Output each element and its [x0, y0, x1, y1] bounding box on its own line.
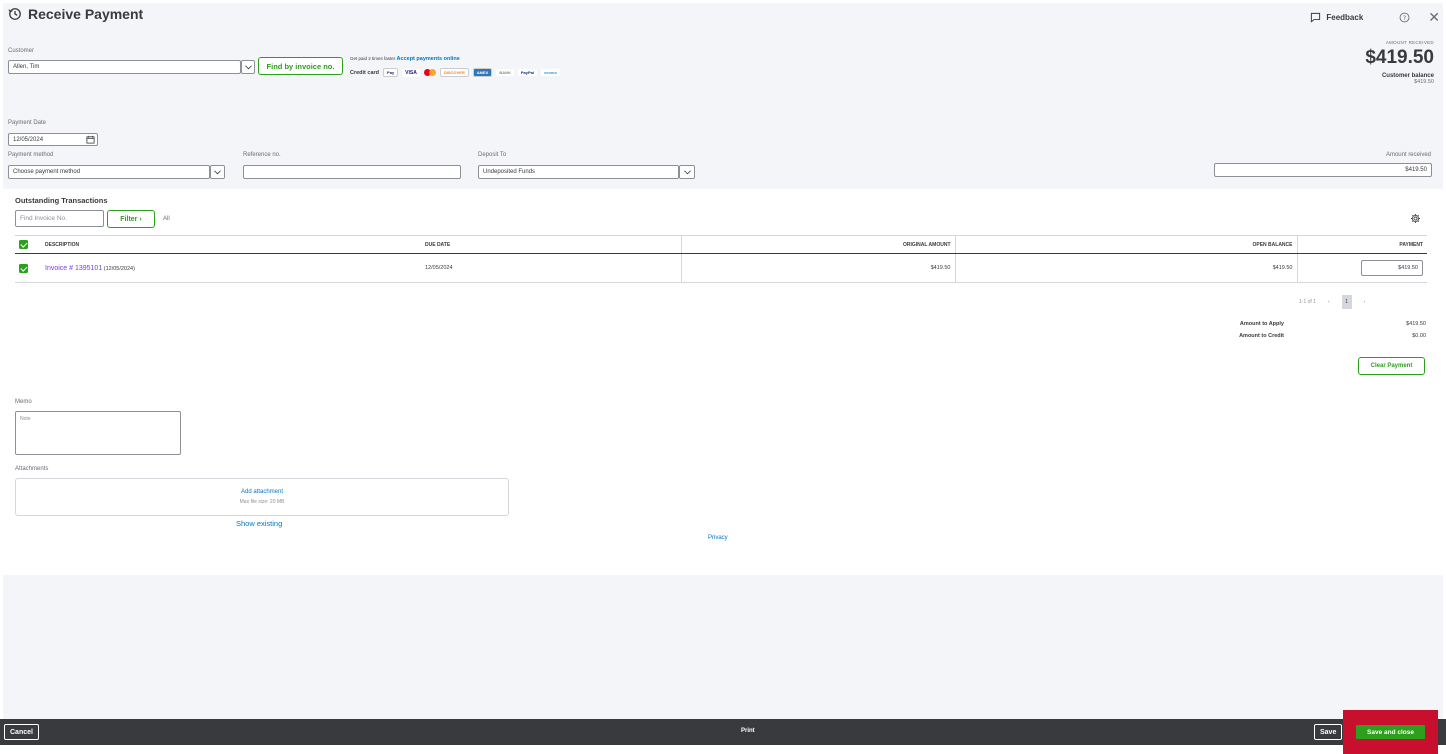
page-title: Receive Payment — [28, 6, 144, 22]
visa-icon: VISA — [402, 68, 420, 77]
bank-icon: BANK — [496, 69, 514, 76]
gear-icon[interactable] — [1410, 213, 1421, 224]
customer-select[interactable]: Allen, Tim — [8, 60, 241, 74]
close-icon[interactable]: ✕ — [1428, 10, 1440, 24]
accept-payments-link[interactable]: Accept payments online — [397, 56, 460, 62]
header-region — [3, 3, 1443, 189]
amount-received-field-label: Amount received — [1385, 152, 1431, 158]
row-checkbox[interactable] — [19, 263, 28, 273]
reference-label: Reference no. — [243, 152, 281, 158]
amount-received-input[interactable]: $419.50 — [1214, 163, 1432, 177]
privacy-link[interactable]: Privacy — [708, 535, 728, 541]
add-attachment-link[interactable]: Add attachment — [16, 489, 508, 495]
feedback-button[interactable]: Feedback — [1310, 12, 1363, 23]
customer-label: Customer — [8, 48, 35, 54]
original-amount-cell: $419.50 — [681, 253, 956, 283]
current-page[interactable]: 1 — [1341, 295, 1352, 309]
payment-method-select[interactable]: Choose payment method — [8, 165, 210, 179]
customer-balance-value: $419.50 — [1414, 79, 1434, 85]
paypal-icon: PayPal — [517, 69, 537, 76]
deposit-to-select[interactable]: Undeposited Funds — [478, 165, 679, 179]
title-row: Receive Payment — [8, 6, 143, 22]
help-icon[interactable]: ? — [1399, 12, 1410, 23]
attachment-dropzone[interactable]: Add attachment Max file size: 20 MB — [15, 478, 509, 516]
payment-method-dropdown[interactable] — [210, 165, 225, 179]
deposit-to-label: Deposit To — [478, 152, 507, 158]
invoice-link[interactable]: Invoice # 1395101 — [45, 265, 102, 272]
discover-icon: DISCOVER — [439, 68, 469, 77]
due-date-cell: 12/05/2024 — [421, 253, 682, 283]
credit-card-row: Credit card Pay VISA DISCOVER AMEX BANK … — [350, 68, 560, 77]
customer-dropdown-button[interactable] — [241, 60, 255, 74]
chevron-down-icon — [683, 169, 691, 174]
amount-received-label: AMOUNT RECEIVED — [1385, 40, 1434, 45]
payment-date-input[interactable]: 12/05/2024 — [8, 133, 98, 146]
amount-to-credit-value: $0.00 — [1412, 333, 1426, 339]
open-balance-cell: $419.50 — [955, 253, 1298, 283]
pagination: 1-1 of 1 ‹ 1 › — [1299, 295, 1365, 309]
chevron-down-icon — [214, 169, 221, 174]
venmo-icon: venmo — [541, 69, 560, 76]
promo-tagline: Get paid 2 times faster — [350, 56, 396, 61]
next-page-button[interactable]: › — [1364, 299, 1366, 305]
save-and-close-button[interactable]: Save and close — [1356, 725, 1425, 739]
memo-textarea[interactable]: Note — [15, 411, 181, 455]
chevron-down-icon — [244, 64, 252, 69]
column-payment: PAYMENT — [1297, 235, 1427, 254]
footer-bar: Cancel Print Save — [0, 719, 1446, 745]
max-file-size-text: Max file size: 20 MB — [239, 499, 285, 505]
prev-page-button[interactable]: ‹ — [1328, 299, 1330, 305]
find-by-invoice-button[interactable]: Find by invoice no. — [258, 57, 343, 75]
amex-icon: AMEX — [472, 68, 493, 77]
show-existing-link[interactable]: Show existing — [236, 519, 282, 528]
header-actions: Feedback ? ✕ — [1310, 10, 1440, 24]
svg-text:?: ? — [1403, 14, 1406, 21]
column-description: DESCRIPTION — [41, 235, 421, 254]
table-row: Invoice # 1395101 (12/05/2024) 12/05/202… — [15, 253, 1427, 283]
invoice-date: (12/05/2024) — [103, 265, 135, 272]
amount-to-apply-value: $419.50 — [1406, 321, 1426, 327]
deposit-to-dropdown[interactable] — [679, 165, 695, 179]
clear-payment-button[interactable]: Clear Payment — [1358, 357, 1425, 375]
attachments-label: Attachments — [15, 466, 49, 472]
feedback-icon — [1311, 12, 1321, 23]
applepay-icon: Pay — [383, 68, 399, 77]
amount-to-apply-label: Amount to Apply — [1239, 321, 1284, 327]
history-icon[interactable] — [8, 7, 22, 21]
payment-input[interactable]: $419.50 — [1361, 260, 1423, 276]
select-all-checkbox[interactable] — [19, 240, 28, 249]
print-button[interactable]: Print — [741, 728, 755, 734]
outstanding-transactions-title: Outstanding Transactions — [15, 196, 108, 205]
column-original-amount: ORIGINAL AMOUNT — [681, 235, 956, 254]
save-button[interactable]: Save — [1314, 724, 1343, 740]
filter-label: Filter — [120, 215, 138, 223]
payment-date-label: Payment Date — [8, 120, 47, 126]
amount-received-value: $419.50 — [1365, 47, 1434, 68]
feedback-label: Feedback — [1326, 12, 1364, 22]
find-invoice-input[interactable]: Find Invoice No. — [15, 210, 104, 227]
pager-text: 1-1 of 1 — [1299, 299, 1316, 305]
column-open-balance: OPEN BALANCE — [955, 235, 1298, 254]
cancel-button[interactable]: Cancel — [4, 724, 39, 740]
payment-method-label: Payment method — [8, 152, 54, 158]
table-header-row: DESCRIPTION DUE DATE ORIGINAL AMOUNT OPE… — [15, 235, 1427, 254]
memo-label: Memo — [15, 399, 32, 405]
credit-card-label: Credit card — [350, 69, 380, 76]
filter-all-label: All — [163, 216, 170, 222]
promo-text: Get paid 2 times faster Accept payments … — [350, 56, 460, 62]
empty-region — [3, 575, 1443, 719]
reference-input[interactable] — [243, 165, 461, 179]
amount-to-credit-label: Amount to Credit — [1239, 333, 1284, 339]
transactions-table: DESCRIPTION DUE DATE ORIGINAL AMOUNT OPE… — [15, 235, 1427, 283]
chevron-right-icon: › — [139, 215, 142, 223]
filter-button[interactable]: Filter › — [107, 210, 155, 228]
mastercard-icon — [423, 69, 436, 76]
calendar-icon[interactable] — [86, 135, 95, 144]
column-due-date: DUE DATE — [421, 235, 682, 254]
amount-received-summary: AMOUNT RECEIVED $419.50 Customer balance… — [1365, 40, 1434, 85]
